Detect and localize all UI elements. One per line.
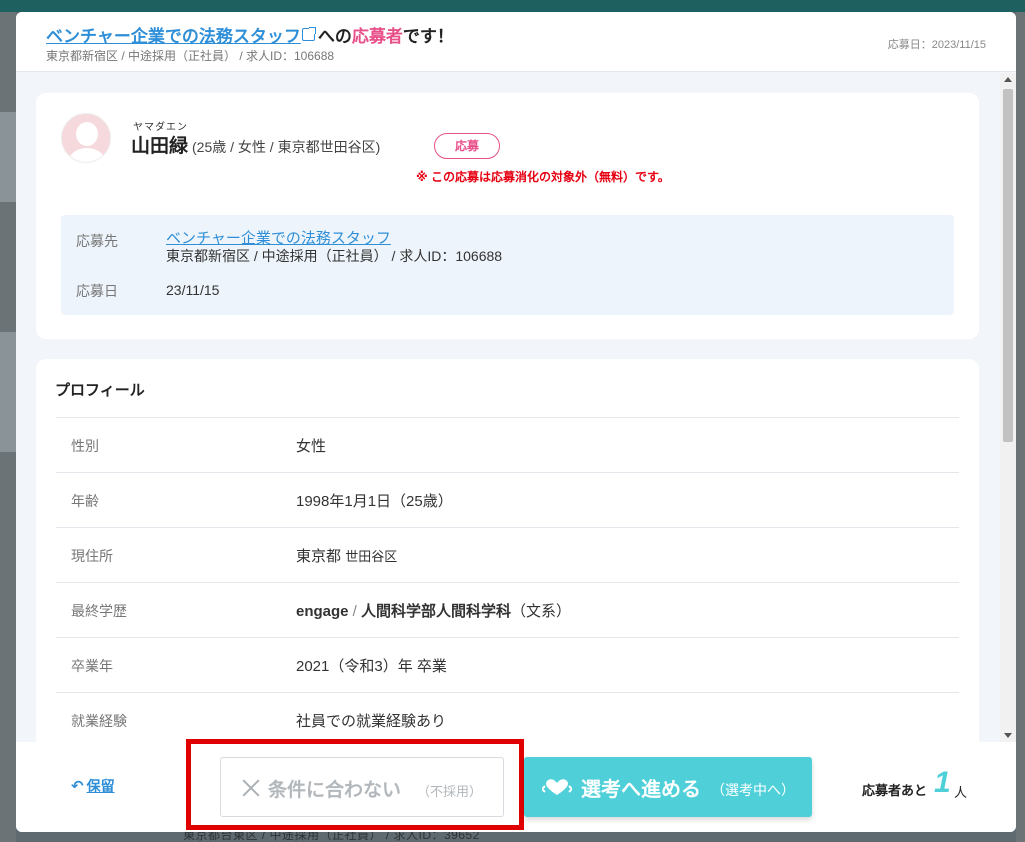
- scroll-down-arrow-icon[interactable]: [1004, 733, 1012, 738]
- applicant-meta: (25歳 / 女性 / 東京都世田谷区): [192, 139, 381, 155]
- background-stripe: [0, 112, 16, 202]
- background-right-strip: [1016, 12, 1025, 842]
- reject-sublabel: （不採用）: [417, 784, 483, 799]
- apply-date-value: 23/11/15: [166, 282, 220, 298]
- vertical-scrollbar[interactable]: [1000, 73, 1016, 742]
- modal-title: ベンチャー企業での法務スタッフ への応募者です！: [46, 22, 454, 47]
- apply-date-label: 応募日: [76, 283, 118, 299]
- profile-value: 東京都 世田谷区: [296, 545, 397, 566]
- profile-row-age: 年齢 1998年1月1日（25歳）: [56, 473, 959, 528]
- action-footer: ↶ 保留 条件に合わない （不採用） 選考へ進める （選考中へ） 応募者あと 1 …: [16, 739, 1016, 832]
- address-city: 世田谷区: [345, 549, 398, 564]
- applicant-card: ヤマダエン 山田緑 (25歳 / 女性 / 東京都世田谷区) 応募 ※ この応募は…: [36, 93, 979, 339]
- apply-destination-location: 東京都新宿区 / 中途採用（正社員） / 求人ID：106688: [166, 248, 503, 264]
- profile-title: プロフィール: [55, 382, 145, 399]
- education-faculty: 人間科学部人間科学科: [361, 603, 512, 620]
- profile-value: 1998年1月1日（25歳）: [296, 493, 453, 510]
- background-left-strip: [0, 12, 16, 842]
- applicant-name: 山田緑: [131, 136, 189, 157]
- profile-label: 現住所: [71, 548, 113, 564]
- address-prefecture: 東京都: [296, 548, 342, 565]
- undo-arrow-icon: ↶: [71, 778, 84, 795]
- background-stripe: [0, 332, 16, 452]
- job-title-link[interactable]: ベンチャー企業での法務スタッフ: [46, 27, 301, 46]
- profile-label: 就業経験: [71, 713, 127, 729]
- advance-selection-button[interactable]: 選考へ進める （選考中へ）: [524, 757, 812, 817]
- external-link-icon[interactable]: [301, 27, 316, 41]
- title-end-text: です！: [402, 27, 454, 46]
- application-details: 応募先 ベンチャー企業での法務スタッフ 東京都新宿区 / 中途採用（正社員） /…: [61, 215, 954, 315]
- advance-label: 選考へ進める: [581, 779, 701, 801]
- avatar-head-shape: [76, 122, 98, 146]
- profile-label: 性別: [71, 438, 99, 454]
- remaining-applicants-unit: 人: [954, 785, 968, 800]
- profile-value: 社員での就業経験あり: [296, 713, 447, 730]
- profile-value: 2021（令和3）年 卒業: [296, 658, 447, 675]
- close-x-icon: [241, 778, 261, 798]
- profile-value: engage / 人間科学部人間科学科（文系）: [296, 600, 571, 621]
- handshake-heart-icon: [542, 779, 572, 795]
- profile-row-graduation: 卒業年 2021（令和3）年 卒業: [56, 638, 959, 693]
- advance-sublabel: （選考中へ）: [711, 782, 795, 798]
- profile-row-gender: 性別 女性: [56, 418, 959, 473]
- applicant-modal: ベンチャー企業での法務スタッフ への応募者です！ 東京都新宿区 / 中途採用（正社…: [16, 12, 1016, 832]
- education-school: engage: [296, 603, 349, 620]
- apply-date-header: 応募日：2023/11/15: [887, 39, 986, 51]
- remaining-applicants-label: 応募者あと: [862, 783, 928, 798]
- background-top-bar: [0, 0, 1025, 12]
- profile-table: 性別 女性 年齢 1998年1月1日（25歳） 現住所 東京都 世田谷区 最終学…: [56, 417, 959, 742]
- avatar: [61, 113, 111, 163]
- title-mid-text: への: [317, 27, 352, 46]
- profile-label: 最終学歴: [71, 603, 127, 619]
- remaining-applicants-count: 1: [934, 766, 951, 799]
- applicant-name-line: 山田緑 (25歳 / 女性 / 東京都世田谷区): [131, 131, 380, 158]
- profile-label: 年齢: [71, 493, 99, 509]
- apply-destination-label: 応募先: [76, 233, 118, 249]
- job-location-line: 東京都新宿区 / 中途採用（正社員） / 求人ID：106688: [46, 49, 335, 63]
- modal-header: ベンチャー企業での法務スタッフ への応募者です！ 東京都新宿区 / 中途採用（正社…: [16, 12, 1016, 72]
- education-separator: /: [348, 603, 362, 620]
- free-application-note: ※ この応募は応募消化の対象外（無料）です。: [416, 170, 670, 184]
- avatar-body-shape: [68, 148, 106, 162]
- scroll-up-arrow-icon[interactable]: [1004, 77, 1012, 82]
- profile-card: プロフィール 性別 女性 年齢 1998年1月1日（25歳） 現住所 東京都 世…: [36, 359, 979, 742]
- profile-row-address: 現住所 東京都 世田谷区: [56, 528, 959, 583]
- title-role-text: 応募者: [351, 27, 403, 46]
- profile-row-experience: 就業経験 社員での就業経験あり: [56, 693, 959, 742]
- scrollbar-thumb[interactable]: [1003, 89, 1013, 442]
- modal-scroll-area[interactable]: ヤマダエン 山田緑 (25歳 / 女性 / 東京都世田谷区) 応募 ※ この応募は…: [16, 73, 1016, 742]
- profile-value: 女性: [296, 438, 327, 455]
- status-badge: 応募: [434, 133, 500, 159]
- apply-destination-link[interactable]: ベンチャー企業での法務スタッフ: [166, 227, 391, 248]
- profile-label: 卒業年: [71, 658, 113, 674]
- hold-button[interactable]: ↶ 保留: [71, 776, 115, 796]
- reject-label: 条件に合わない: [268, 780, 402, 801]
- profile-row-education: 最終学歴 engage / 人間科学部人間科学科（文系）: [56, 583, 959, 638]
- education-type: （文系）: [511, 603, 572, 620]
- reject-button[interactable]: 条件に合わない （不採用）: [220, 757, 504, 817]
- hold-label: 保留: [86, 778, 115, 794]
